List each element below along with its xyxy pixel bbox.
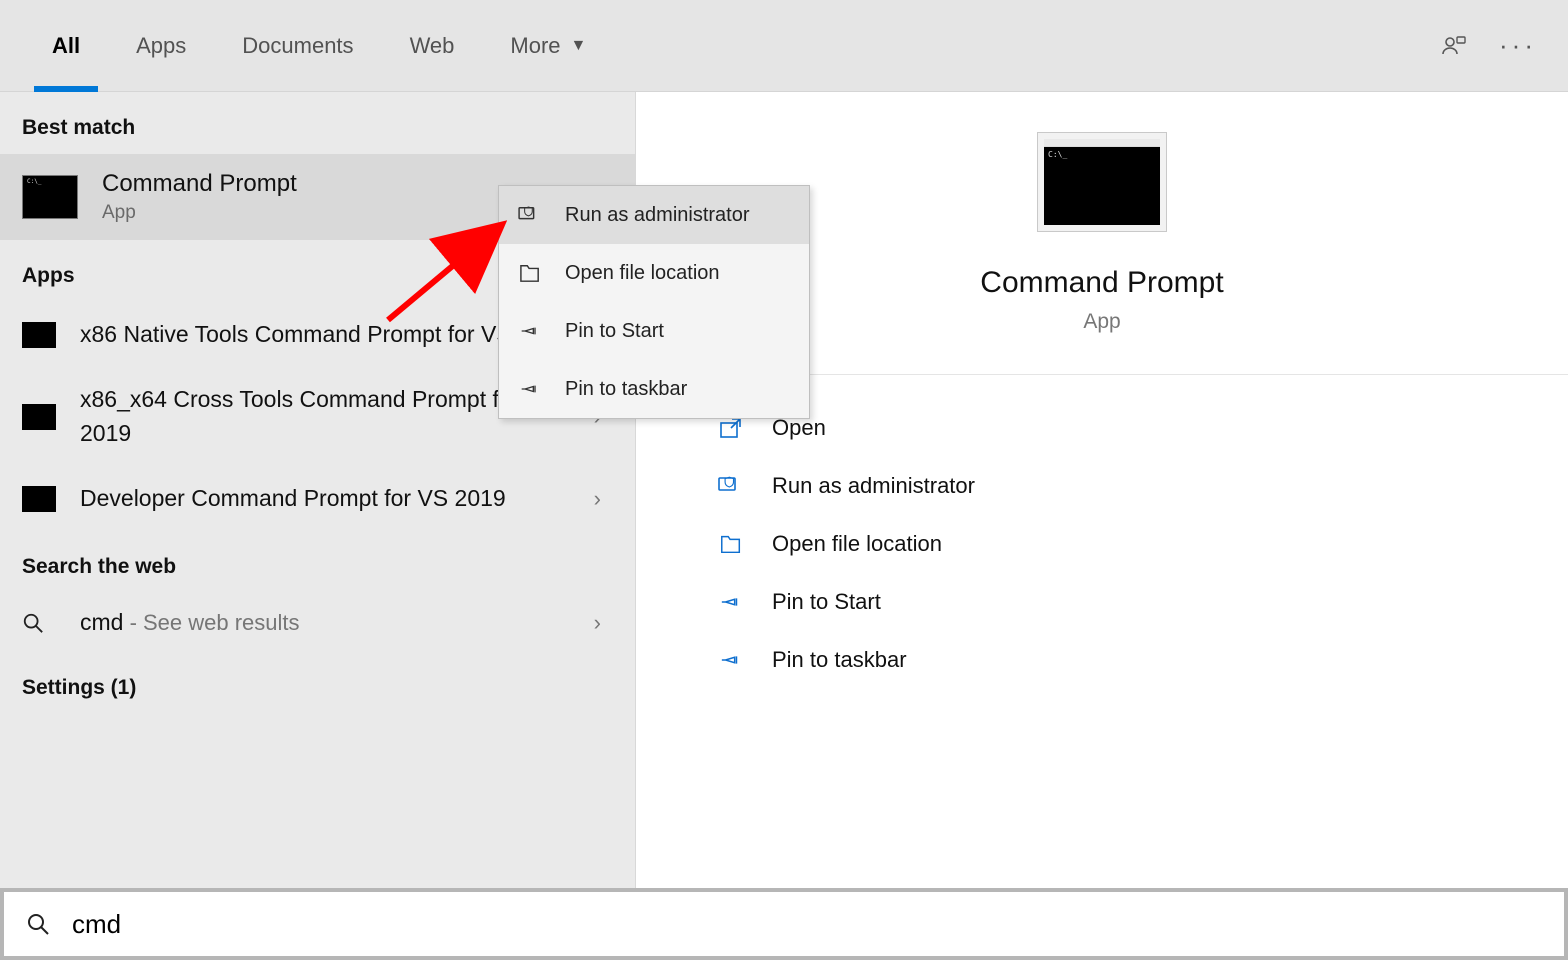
pin-icon (517, 378, 543, 400)
search-input[interactable] (72, 909, 1542, 940)
tab-documents[interactable]: Documents (214, 0, 381, 92)
pin-icon (716, 647, 746, 673)
feedback-icon[interactable] (1440, 34, 1492, 58)
action-label: Open file location (772, 531, 942, 557)
detail-title: Command Prompt (980, 266, 1223, 300)
ctx-pin-taskbar[interactable]: Pin to taskbar (499, 360, 809, 418)
tab-more[interactable]: More ▼ (482, 0, 614, 92)
section-best-match: Best match (0, 92, 635, 154)
filter-tabs: All Apps Documents Web More ▼ ··· (0, 0, 1568, 92)
ctx-label: Pin to Start (565, 320, 664, 343)
section-search-web: Search the web (0, 531, 635, 593)
best-match-title: Command Prompt (102, 170, 297, 198)
ctx-label: Pin to taskbar (565, 378, 687, 401)
search-bar (0, 888, 1568, 960)
tab-more-label: More (510, 33, 560, 59)
chevron-right-icon: › (594, 486, 613, 512)
command-prompt-icon (22, 322, 56, 348)
web-term: cmd (80, 609, 123, 635)
action-label: Run as administrator (772, 473, 975, 499)
ctx-label: Run as administrator (565, 204, 750, 227)
action-label: Pin to taskbar (772, 647, 907, 673)
ctx-label: Open file location (565, 262, 720, 285)
command-prompt-icon (22, 486, 56, 512)
pin-icon (716, 589, 746, 615)
pin-icon (517, 320, 543, 342)
best-match-subtitle: App (102, 202, 297, 224)
action-label: Pin to Start (772, 589, 881, 615)
tab-web[interactable]: Web (382, 0, 483, 92)
search-icon (26, 912, 50, 936)
context-menu: Run as administrator Open file location … (498, 185, 810, 419)
section-settings: Settings (1) (0, 652, 635, 714)
more-options-icon[interactable]: ··· (1492, 30, 1544, 61)
chevron-down-icon: ▼ (571, 37, 587, 55)
shield-icon (517, 204, 543, 226)
action-pin-start[interactable]: Pin to Start (716, 573, 1568, 631)
ctx-run-as-admin[interactable]: Run as administrator (499, 186, 809, 244)
tab-all[interactable]: All (24, 0, 108, 92)
app-result[interactable]: Developer Command Prompt for VS 2019 › (0, 466, 635, 531)
web-hint: - See web results (123, 610, 299, 635)
action-open-file-location[interactable]: Open file location (716, 515, 1568, 573)
web-result[interactable]: cmd - See web results › (0, 593, 635, 652)
folder-icon (716, 531, 746, 557)
folder-icon (517, 262, 543, 284)
action-pin-taskbar[interactable]: Pin to taskbar (716, 631, 1568, 689)
action-run-as-admin[interactable]: Run as administrator (716, 457, 1568, 515)
command-prompt-icon (1037, 132, 1167, 232)
tab-apps[interactable]: Apps (108, 0, 214, 92)
command-prompt-icon (22, 175, 78, 219)
action-open[interactable]: Open (716, 399, 1568, 457)
ctx-open-file-location[interactable]: Open file location (499, 244, 809, 302)
shield-icon (716, 473, 746, 499)
command-prompt-icon (22, 404, 56, 430)
ctx-pin-start[interactable]: Pin to Start (499, 302, 809, 360)
detail-subtitle: App (1083, 310, 1120, 334)
detail-actions: Open Run as administrator Open file loca… (636, 375, 1568, 689)
app-result-label: x86_x64 Cross Tools Command Prompt for V… (80, 383, 570, 450)
chevron-right-icon: › (594, 610, 613, 636)
search-icon (22, 612, 56, 634)
app-result-label: Developer Command Prompt for VS 2019 (80, 482, 570, 515)
